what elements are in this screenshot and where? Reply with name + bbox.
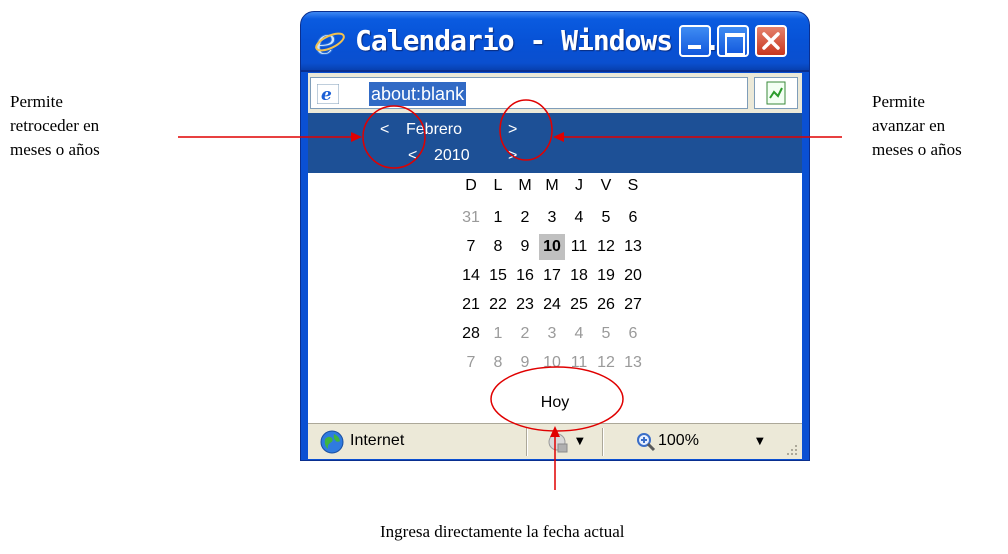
day-cell[interactable]: 1	[485, 205, 511, 231]
calendar-navigation: < Febrero > < 2010 >	[308, 113, 802, 173]
page-content: < Febrero > < 2010 > D L M M J V S 31 1 2 3…	[308, 113, 802, 423]
day-cell[interactable]: 5	[593, 205, 619, 231]
day-cell[interactable]: 6	[620, 205, 646, 231]
year-label: 2010	[434, 147, 470, 164]
resize-grip-icon[interactable]	[784, 442, 798, 456]
address-bar: e about:blank	[308, 73, 802, 113]
prev-year-button[interactable]: <	[408, 147, 417, 165]
address-value[interactable]: about:blank	[369, 82, 467, 106]
day-cell[interactable]: 8	[485, 350, 511, 376]
day-cell[interactable]: 3	[539, 205, 565, 231]
day-cell[interactable]: 15	[485, 263, 511, 289]
weekday-label: J	[575, 177, 583, 194]
status-separator	[602, 428, 604, 456]
minimize-button[interactable]	[679, 25, 711, 57]
day-cell[interactable]: 22	[485, 292, 511, 318]
status-bar: Internet ▼ 100% ▼	[308, 423, 802, 459]
day-cell[interactable]: 14	[458, 263, 484, 289]
day-cell[interactable]: 12	[593, 234, 619, 260]
day-cell[interactable]: 20	[620, 263, 646, 289]
annotation-right-text: Permite avanzar en meses o años	[872, 92, 962, 159]
day-cell[interactable]: 10	[539, 234, 565, 260]
security-zone-label: Internet	[350, 432, 405, 449]
day-cell[interactable]: 31	[458, 205, 484, 231]
day-cell[interactable]: 7	[458, 350, 484, 376]
address-field[interactable]: e about:blank	[310, 77, 748, 109]
next-year-button[interactable]: >	[508, 147, 517, 165]
day-cell[interactable]: 7	[458, 234, 484, 260]
day-cell[interactable]: 26	[593, 292, 619, 318]
month-label: Febrero	[406, 121, 463, 138]
day-cell[interactable]: 10	[539, 350, 565, 376]
days-grid: 31 1 2 3 4 5 6 7 8 9 10 11 12 13 14 15 16 17 18 19 20 21 22 23 2…	[458, 205, 648, 381]
zoom-icon[interactable]	[636, 432, 656, 452]
ie-logo-icon: e	[315, 22, 345, 60]
next-month-button[interactable]: >	[508, 121, 517, 139]
close-icon	[762, 32, 780, 50]
weekday-label: D	[465, 177, 477, 194]
weekday-label: S	[627, 177, 639, 194]
day-cell[interactable]: 2	[512, 205, 538, 231]
weekday-label: M	[518, 177, 532, 194]
weekday-label: V	[600, 177, 612, 194]
chevron-down-icon[interactable]: ▼	[576, 436, 584, 447]
ie-page-icon: e	[317, 84, 339, 104]
day-cell[interactable]: 25	[566, 292, 592, 318]
compatibility-view-button[interactable]	[754, 77, 798, 109]
day-cell[interactable]: 24	[539, 292, 565, 318]
day-cell[interactable]: 17	[539, 263, 565, 289]
title-bar[interactable]: e Calendario - Windows I...	[300, 11, 810, 71]
day-cell[interactable]: 19	[593, 263, 619, 289]
day-cell[interactable]: 9	[512, 234, 538, 260]
prev-month-button[interactable]: <	[380, 121, 389, 139]
day-cell[interactable]: 4	[566, 205, 592, 231]
day-cell[interactable]: 16	[512, 263, 538, 289]
day-cell[interactable]: 5	[593, 321, 619, 347]
day-cell[interactable]: 11	[566, 234, 592, 260]
globe-icon	[320, 430, 344, 454]
day-cell[interactable]: 13	[620, 234, 646, 260]
browser-window: e Calendario - Windows I... e about:blan…	[300, 11, 810, 461]
svg-text:e: e	[321, 85, 332, 104]
day-cell[interactable]: 27	[620, 292, 646, 318]
day-cell[interactable]: 4	[566, 321, 592, 347]
day-cell[interactable]: 3	[539, 321, 565, 347]
maximize-button[interactable]	[717, 25, 749, 57]
zoom-level[interactable]: 100%	[658, 432, 699, 450]
day-cell[interactable]: 23	[512, 292, 538, 318]
day-cell[interactable]: 6	[620, 321, 646, 347]
annotation-bottom-text: Ingresa directamente la fecha actual	[380, 522, 625, 541]
weekday-label: M	[545, 177, 559, 194]
day-cell[interactable]: 13	[620, 350, 646, 376]
day-cell[interactable]: 11	[566, 350, 592, 376]
chevron-down-icon[interactable]: ▼	[756, 436, 764, 447]
weekday-label: L	[493, 177, 503, 194]
status-separator	[526, 428, 528, 456]
day-cell[interactable]: 28	[458, 321, 484, 347]
day-cell[interactable]: 18	[566, 263, 592, 289]
close-button[interactable]	[755, 25, 787, 57]
day-cell[interactable]: 1	[485, 321, 511, 347]
day-cell[interactable]: 21	[458, 292, 484, 318]
day-cell[interactable]: 12	[593, 350, 619, 376]
page-compat-icon	[766, 81, 786, 105]
day-cell[interactable]: 8	[485, 234, 511, 260]
day-cell[interactable]: 9	[512, 350, 538, 376]
privacy-lock-icon[interactable]	[546, 431, 570, 455]
day-cell[interactable]: 2	[512, 321, 538, 347]
today-button[interactable]: Hoy	[526, 391, 584, 415]
svg-text:e: e	[315, 22, 336, 60]
annotation-left-text: Permite retroceder en meses o años	[10, 92, 100, 159]
